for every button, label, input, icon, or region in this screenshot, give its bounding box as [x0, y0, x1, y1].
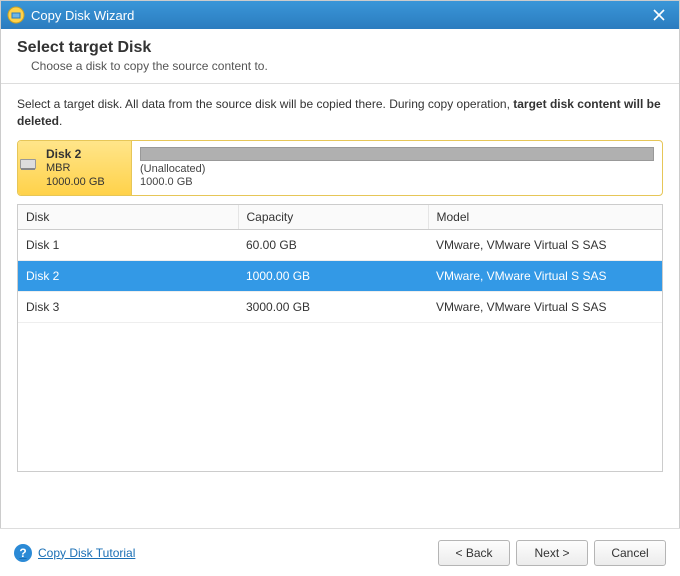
help-link-label: Copy Disk Tutorial	[38, 546, 135, 560]
disk-table-container: Disk Capacity Model Disk 160.00 GBVMware…	[17, 204, 663, 472]
disk-table: Disk Capacity Model Disk 160.00 GBVMware…	[18, 205, 662, 323]
selected-disk-size: 1000.00 GB	[26, 175, 123, 189]
column-header-model[interactable]: Model	[428, 205, 662, 230]
partition-bar	[140, 147, 654, 161]
close-icon	[653, 9, 665, 21]
column-header-capacity[interactable]: Capacity	[238, 205, 428, 230]
window-title: Copy Disk Wizard	[31, 8, 645, 23]
instruction-suffix: .	[59, 114, 62, 128]
table-row[interactable]: Disk 21000.00 GBVMware, VMware Virtual S…	[18, 261, 662, 292]
close-button[interactable]	[645, 5, 673, 25]
column-header-disk[interactable]: Disk	[18, 205, 238, 230]
cell-model: VMware, VMware Virtual S SAS	[428, 292, 662, 323]
cancel-button[interactable]: Cancel	[594, 540, 666, 566]
back-button[interactable]: < Back	[438, 540, 510, 566]
disk-info-panel: Disk 2 MBR 1000.00 GB	[18, 141, 132, 196]
help-icon: ?	[14, 544, 32, 562]
wizard-header: Select target Disk Choose a disk to copy…	[1, 29, 679, 84]
cell-disk: Disk 1	[18, 230, 238, 261]
footer-buttons: < Back Next > Cancel	[438, 540, 666, 566]
page-subtitle: Choose a disk to copy the source content…	[17, 59, 663, 73]
partition-label: (Unallocated)	[140, 163, 654, 176]
cell-model: VMware, VMware Virtual S SAS	[428, 261, 662, 292]
content-area: Select a target disk. All data from the …	[1, 84, 679, 472]
app-icon	[7, 6, 25, 24]
disk-icon	[20, 159, 36, 169]
cell-disk: Disk 3	[18, 292, 238, 323]
instruction-prefix: Select a target disk. All data from the …	[17, 97, 513, 111]
cell-capacity: 1000.00 GB	[238, 261, 428, 292]
cell-capacity: 3000.00 GB	[238, 292, 428, 323]
selected-disk-name: Disk 2	[26, 147, 123, 161]
cell-disk: Disk 2	[18, 261, 238, 292]
selected-disk-scheme: MBR	[26, 161, 123, 175]
cell-capacity: 60.00 GB	[238, 230, 428, 261]
footer: ? Copy Disk Tutorial < Back Next > Cance…	[0, 528, 680, 576]
partition-area: (Unallocated) 1000.0 GB	[132, 141, 662, 196]
table-row[interactable]: Disk 160.00 GBVMware, VMware Virtual S S…	[18, 230, 662, 261]
instruction-text: Select a target disk. All data from the …	[17, 96, 663, 130]
next-button[interactable]: Next >	[516, 540, 588, 566]
selected-disk-card: Disk 2 MBR 1000.00 GB (Unallocated) 1000…	[17, 140, 663, 197]
help-link[interactable]: ? Copy Disk Tutorial	[14, 544, 135, 562]
partition-size: 1000.0 GB	[140, 176, 654, 189]
titlebar: Copy Disk Wizard	[1, 1, 679, 29]
table-row[interactable]: Disk 33000.00 GBVMware, VMware Virtual S…	[18, 292, 662, 323]
page-title: Select target Disk	[17, 39, 663, 57]
cell-model: VMware, VMware Virtual S SAS	[428, 230, 662, 261]
